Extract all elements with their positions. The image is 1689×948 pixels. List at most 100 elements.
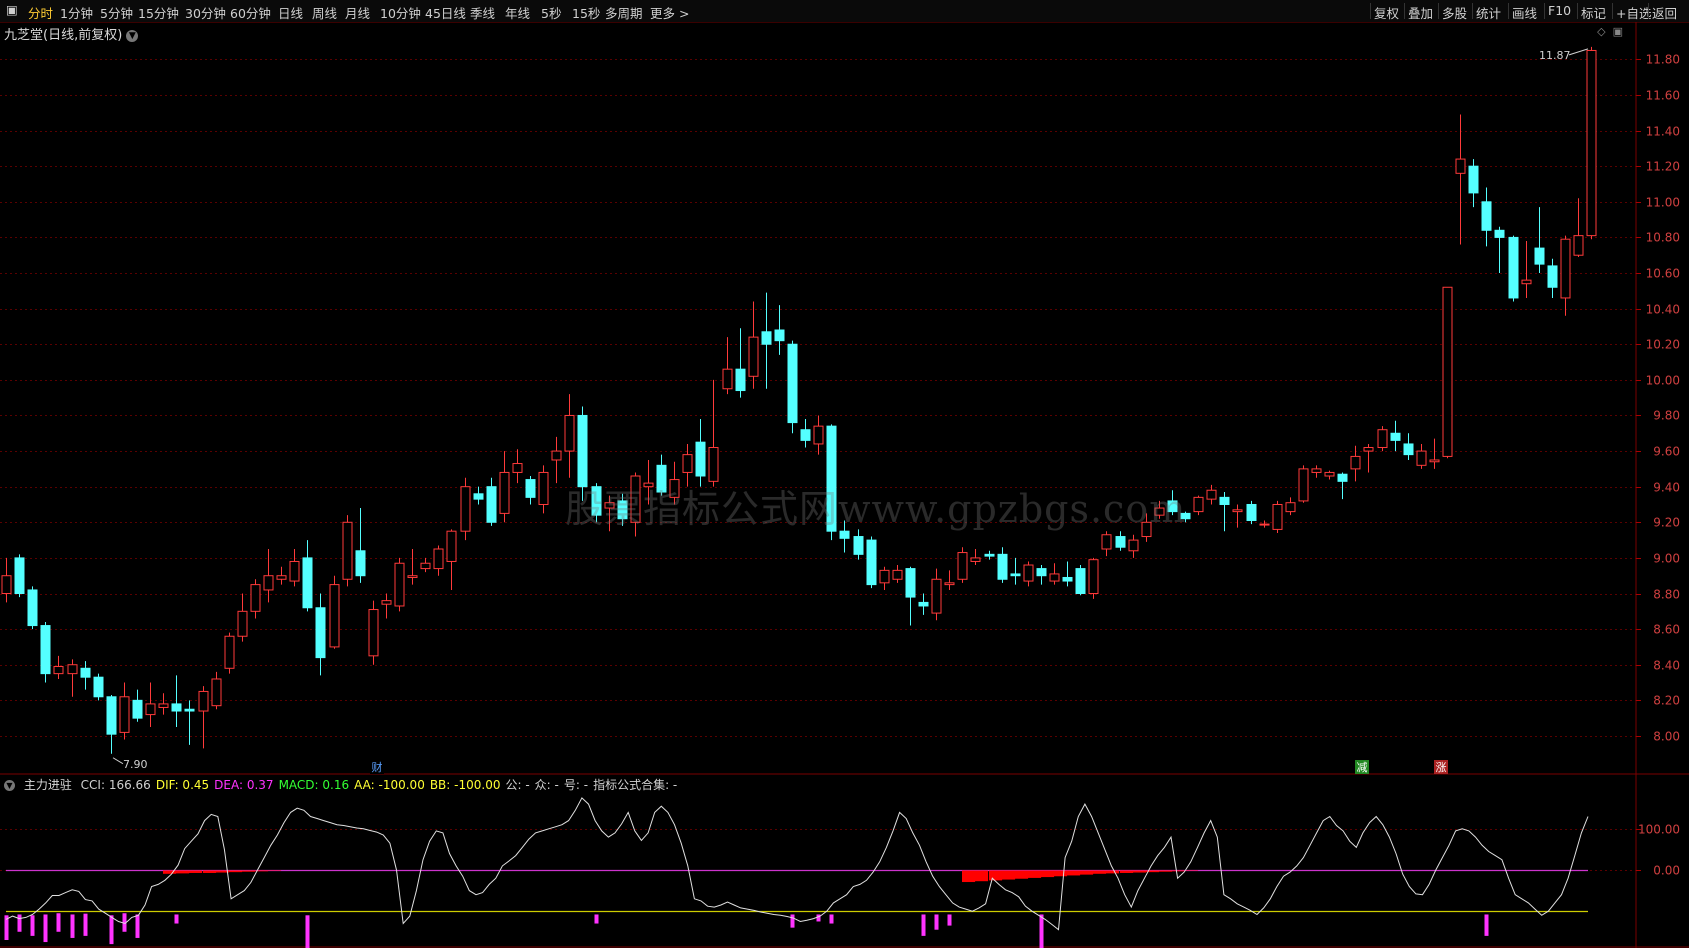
- price-tick-label: 10.80: [1646, 231, 1680, 245]
- macd-red-bar: [975, 870, 989, 882]
- watermark: 股票指标公式网www.gpzbgs.com: [565, 487, 1187, 531]
- candle-body: [1534, 247, 1545, 265]
- collapse-icon[interactable]: ▼: [4, 780, 15, 791]
- indicator-header: ▼ 主力进驻 CCI: 166.66 DIF: 0.45 DEA: 0.37 MACD…: [4, 776, 682, 793]
- candle-body: [1010, 573, 1021, 577]
- candle-body: [1547, 265, 1558, 288]
- candle-body: [577, 414, 588, 488]
- candle-body: [1481, 201, 1492, 231]
- candle-body: [27, 589, 38, 627]
- candle-body: [1298, 468, 1309, 502]
- magenta-signal-bar: [921, 914, 926, 936]
- candle-body: [1219, 496, 1230, 505]
- candle-body: [289, 560, 300, 582]
- kline-chart: 8.00 8.20 8.40 8.60 8.80 9.00 9.20 9.40 9.60 9.80…: [0, 22, 1689, 948]
- candle-body: [1494, 229, 1505, 238]
- indicator-name: 主力进驻: [23, 778, 72, 792]
- macd-red-bar: [1041, 870, 1055, 878]
- candle-body: [40, 625, 51, 675]
- price-tick-label: 10.00: [1646, 374, 1680, 388]
- macd-red-bar: [1080, 870, 1094, 875]
- candle-body: [564, 414, 575, 452]
- candle-body: [905, 568, 916, 598]
- candle-body: [1390, 432, 1401, 441]
- candle-body: [512, 463, 523, 473]
- candle-body: [1521, 279, 1532, 285]
- macd-red-bar: [989, 870, 1003, 881]
- indicator-value-2: DEA: 0.37: [214, 778, 274, 792]
- price-tick-label: 8.20: [1653, 694, 1680, 708]
- candle-body: [342, 521, 353, 580]
- price-tick-label: 10.60: [1646, 267, 1680, 281]
- macd-red-bar: [1028, 870, 1042, 878]
- indicator-value-1: DIF: 0.45: [155, 778, 210, 792]
- magenta-signal-bar: [30, 915, 35, 936]
- candle-body: [1206, 489, 1217, 500]
- candle-body: [1285, 502, 1296, 513]
- magenta-signal-bar: [1039, 914, 1044, 948]
- candle-body: [1363, 447, 1374, 452]
- candle-body: [879, 569, 890, 584]
- candle-body: [1, 575, 12, 595]
- candle-body: [460, 486, 471, 532]
- candle-body: [1193, 496, 1204, 513]
- magenta-signal-bar: [135, 914, 140, 938]
- candle-body: [446, 530, 457, 562]
- magenta-signal-bar: [829, 914, 834, 924]
- magenta-signal-bar: [70, 914, 75, 938]
- magenta-signal-bar: [1484, 914, 1489, 936]
- magenta-signal-bar: [56, 913, 61, 932]
- price-tick-label: 8.60: [1653, 623, 1680, 637]
- price-tick-label: 8.00: [1653, 730, 1680, 744]
- candle-body: [1101, 534, 1112, 550]
- candle-body: [132, 699, 143, 719]
- indicator-value-9: 指标公式合集: -: [593, 778, 678, 792]
- macd-red-bar: [1015, 870, 1029, 879]
- candle-body: [224, 635, 235, 669]
- candle-body: [93, 676, 104, 698]
- price-tick-label: 11.80: [1646, 53, 1680, 67]
- candle-body: [53, 666, 64, 675]
- candle-body: [1246, 503, 1257, 522]
- macd-red-bar: [1093, 870, 1107, 874]
- candle-body: [774, 329, 785, 342]
- candle-body: [1115, 536, 1126, 548]
- candle-body: [984, 553, 995, 557]
- candle-body: [525, 479, 536, 498]
- magenta-signal-bar: [816, 914, 821, 922]
- magenta-signal-bar: [947, 914, 952, 926]
- candle-body: [14, 557, 25, 595]
- candle-body: [1259, 523, 1270, 526]
- candle-body: [106, 696, 117, 735]
- event-cai: 财: [372, 760, 383, 774]
- candle-body: [1232, 509, 1243, 513]
- magenta-signal-bar: [174, 914, 179, 924]
- candle-body: [695, 441, 706, 477]
- candle-body: [145, 703, 156, 716]
- candle-body: [1337, 473, 1348, 482]
- candle-body: [250, 584, 261, 612]
- price-tick-label: 9.60: [1653, 445, 1680, 459]
- candle-body: [1573, 235, 1584, 256]
- macd-red-bar: [962, 870, 976, 883]
- low-marker-line: [112, 757, 124, 765]
- candle-body: [158, 703, 169, 708]
- candle-body: [67, 664, 78, 675]
- candle-body: [237, 610, 248, 637]
- candle-body: [1350, 455, 1361, 470]
- indicator-value-6: 公: -: [505, 778, 530, 792]
- candle-body: [211, 678, 222, 707]
- candle-body: [892, 569, 903, 580]
- macd-red-bar: [1133, 870, 1147, 873]
- macd-red-bar: [229, 870, 243, 873]
- price-tick-label: 10.40: [1646, 303, 1680, 317]
- magenta-signal-bar: [17, 914, 22, 932]
- candle-body: [970, 557, 981, 562]
- candle-body: [1377, 429, 1388, 449]
- candle-body: [787, 343, 798, 424]
- candle-body: [853, 536, 864, 555]
- candle-body: [1272, 503, 1283, 530]
- candle-body: [1508, 236, 1519, 299]
- candle-body: [184, 708, 195, 712]
- candle-body: [748, 336, 759, 377]
